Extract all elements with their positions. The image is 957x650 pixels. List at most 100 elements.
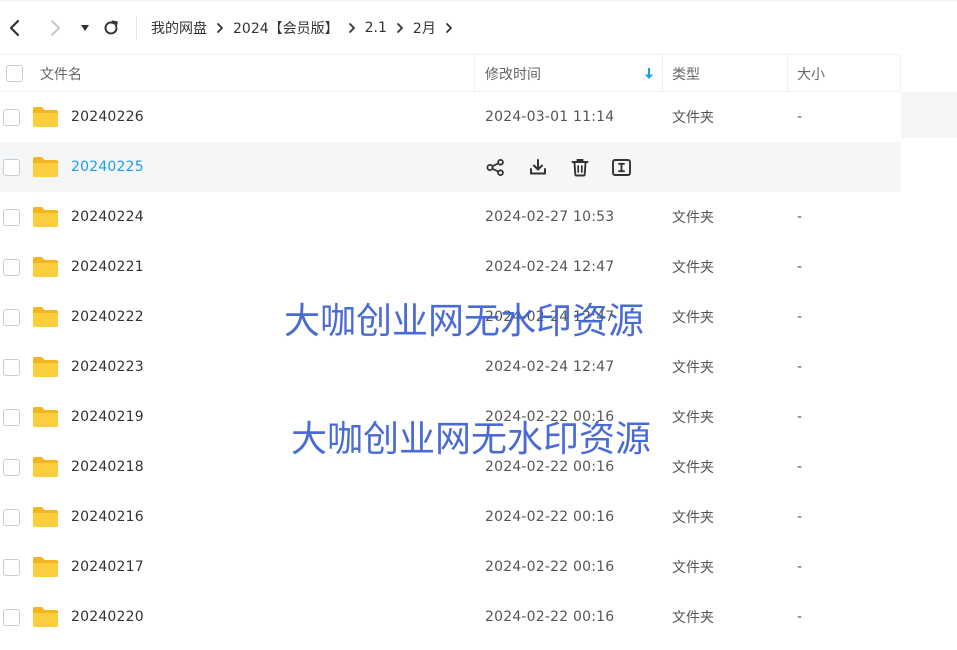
folder-icon [32, 242, 59, 292]
breadcrumb-item-2024[interactable]: 2024【会员版】 [233, 18, 339, 38]
file-name[interactable]: 20240220 [71, 592, 144, 642]
row-checkbox-cell[interactable] [3, 392, 20, 442]
file-name[interactable]: 20240223 [71, 342, 144, 392]
row-checkbox[interactable] [3, 208, 20, 226]
table-row[interactable]: 20240226 2024-03-01 11:14 文件夹 - [0, 92, 901, 142]
folder-icon [32, 492, 59, 542]
watermark-text: 大咖创业网无水印资源 [291, 419, 652, 460]
file-modified: 2024-03-01 11:14 [485, 109, 615, 125]
breadcrumb: 我的网盘 2024【会员版】 2.1 2月 [151, 18, 462, 38]
file-size: - [797, 259, 803, 275]
table-row[interactable]: 20240220 2024-02-22 00:16 文件夹 - [0, 592, 901, 642]
file-size: - [797, 609, 803, 625]
row-checkbox[interactable] [3, 308, 20, 326]
breadcrumb-separator-icon [396, 22, 404, 34]
file-name[interactable]: 20240222 [71, 292, 144, 342]
file-type: 文件夹 [672, 360, 714, 376]
table-row[interactable]: 20240217 2024-02-22 00:16 文件夹 - [0, 542, 901, 592]
file-size: - [797, 309, 803, 325]
select-all-checkbox-cell[interactable] [6, 55, 23, 92]
file-name[interactable]: 20240219 [71, 392, 144, 442]
folder-icon [32, 592, 59, 642]
file-size: - [797, 459, 803, 475]
table-row[interactable]: 20240221 2024-02-24 12:47 文件夹 - [0, 242, 901, 292]
column-divider [787, 55, 788, 92]
select-all-checkbox[interactable] [6, 65, 23, 82]
history-dropdown-button[interactable] [72, 15, 98, 41]
forward-button[interactable] [42, 15, 68, 41]
file-size: - [797, 559, 803, 575]
row-checkbox-cell[interactable] [3, 342, 20, 392]
file-type: 文件夹 [672, 460, 714, 476]
row-checkbox-cell[interactable] [3, 292, 20, 342]
file-name[interactable]: 20240224 [71, 192, 144, 242]
file-list: 20240226 2024-03-01 11:14 文件夹 - 20240225… [0, 92, 957, 642]
file-size: - [797, 359, 803, 375]
row-checkbox[interactable] [3, 558, 20, 576]
table-row[interactable]: 20240216 2024-02-22 00:16 文件夹 - [0, 492, 901, 542]
delete-icon[interactable] [569, 157, 590, 178]
row-checkbox-cell[interactable] [3, 192, 20, 242]
folder-icon [32, 542, 59, 592]
row-checkbox[interactable] [3, 408, 20, 426]
row-checkbox-cell[interactable] [3, 142, 20, 192]
file-name[interactable]: 20240216 [71, 492, 144, 542]
file-type: 文件夹 [672, 110, 714, 126]
back-button[interactable] [2, 15, 28, 41]
column-header-name[interactable]: 文件名 [40, 55, 82, 92]
column-header-size[interactable]: 大小 [797, 55, 825, 92]
file-name[interactable]: 20240225 [71, 142, 144, 192]
caret-down-icon [81, 24, 89, 31]
chevron-right-icon [51, 19, 60, 36]
file-type: 文件夹 [672, 560, 714, 576]
file-type: 文件夹 [672, 210, 714, 226]
row-checkbox[interactable] [3, 258, 20, 276]
row-checkbox[interactable] [3, 508, 20, 526]
toolbar-divider [136, 15, 137, 40]
row-checkbox-cell[interactable] [3, 92, 20, 142]
folder-icon [32, 292, 59, 342]
file-size: - [797, 209, 803, 225]
row-checkbox[interactable] [3, 108, 20, 126]
toolbar: 我的网盘 2024【会员版】 2.1 2月 [0, 0, 957, 54]
breadcrumb-item-root[interactable]: 我的网盘 [151, 18, 207, 38]
file-list-header: 文件名 修改时间 类型 大小 [0, 54, 901, 92]
breadcrumb-item-current[interactable]: 2月 [413, 18, 436, 38]
row-checkbox-cell[interactable] [3, 592, 20, 642]
share-icon[interactable] [485, 157, 506, 178]
refresh-button[interactable] [98, 15, 124, 41]
file-modified: 2024-02-24 12:47 [485, 259, 615, 275]
column-header-modified[interactable]: 修改时间 [485, 55, 541, 92]
row-checkbox-cell[interactable] [3, 492, 20, 542]
row-checkbox-cell[interactable] [3, 242, 20, 292]
row-checkbox[interactable] [3, 458, 20, 476]
download-icon[interactable] [527, 157, 548, 178]
folder-icon [32, 342, 59, 392]
row-checkbox-cell[interactable] [3, 442, 20, 492]
file-name[interactable]: 20240221 [71, 242, 144, 292]
file-name[interactable]: 20240217 [71, 542, 144, 592]
row-checkbox-cell[interactable] [3, 542, 20, 592]
table-row[interactable]: 20240223 2024-02-24 12:47 文件夹 - [0, 342, 901, 392]
refresh-icon [104, 20, 118, 34]
folder-icon [32, 192, 59, 242]
breadcrumb-item-2-1[interactable]: 2.1 [365, 20, 387, 36]
file-name[interactable]: 20240226 [71, 92, 144, 142]
file-type: 文件夹 [672, 310, 714, 326]
folder-icon [32, 92, 59, 142]
folder-icon [32, 392, 59, 442]
file-modified: 2024-02-22 00:16 [485, 559, 615, 575]
row-checkbox[interactable] [3, 358, 20, 376]
column-header-type[interactable]: 类型 [672, 55, 700, 92]
row-checkbox[interactable] [3, 158, 20, 176]
column-divider [662, 55, 663, 92]
file-type: 文件夹 [672, 410, 714, 426]
table-row[interactable]: 20240224 2024-02-27 10:53 文件夹 - [0, 192, 901, 242]
row-actions [485, 142, 632, 192]
rename-icon[interactable] [611, 157, 632, 178]
file-modified: 2024-02-22 00:16 [485, 609, 615, 625]
table-row-hovered[interactable]: 20240225 [0, 142, 901, 192]
file-name[interactable]: 20240218 [71, 442, 144, 492]
row-checkbox[interactable] [3, 608, 20, 626]
sort-descending-icon[interactable] [643, 55, 655, 92]
